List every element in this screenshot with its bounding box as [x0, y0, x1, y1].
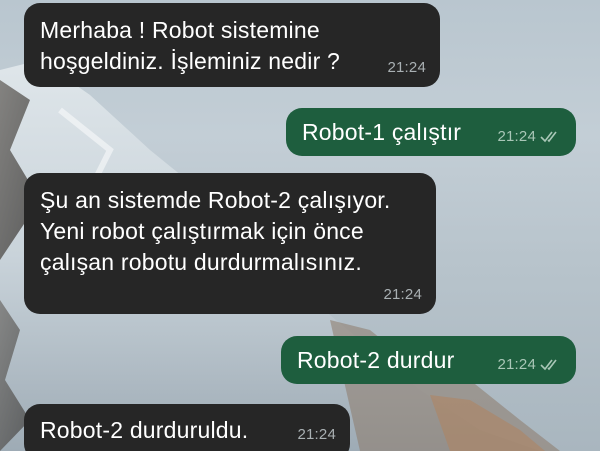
incoming-message[interactable]: Şu an sistemde Robot-2 çalışıyor. Yeni r…	[24, 173, 436, 314]
outgoing-message[interactable]: Robot-2 durdur 21:24	[281, 336, 576, 384]
incoming-message[interactable]: Merhaba ! Robot sistemine hoşgeldiniz. İ…	[24, 3, 440, 87]
message-text: Robot-2 durduruldu.	[40, 417, 249, 443]
message-meta: 21:24	[387, 59, 426, 77]
message-time: 21:24	[387, 59, 426, 76]
message-meta: 21:24	[297, 426, 336, 444]
message-text: Şu an sistemde Robot-2 çalışıyor. Yeni r…	[40, 187, 391, 275]
message-time: 21:24	[297, 426, 336, 443]
message-meta: 21:24	[383, 286, 422, 304]
message-time: 21:24	[497, 356, 536, 373]
double-check-icon	[540, 131, 557, 143]
message-text: Merhaba ! Robot sistemine hoşgeldiniz. İ…	[40, 17, 341, 74]
double-check-icon	[540, 359, 557, 371]
message-time: 21:24	[383, 286, 422, 303]
chat-screen: Merhaba ! Robot sistemine hoşgeldiniz. İ…	[0, 0, 600, 451]
outgoing-message[interactable]: Robot-1 çalıştır 21:24	[286, 108, 576, 156]
incoming-message[interactable]: Robot-2 durduruldu. 21:24	[24, 404, 350, 451]
message-meta: 21:24	[497, 356, 562, 374]
message-meta: 21:24	[497, 128, 562, 146]
message-time: 21:24	[497, 128, 536, 145]
